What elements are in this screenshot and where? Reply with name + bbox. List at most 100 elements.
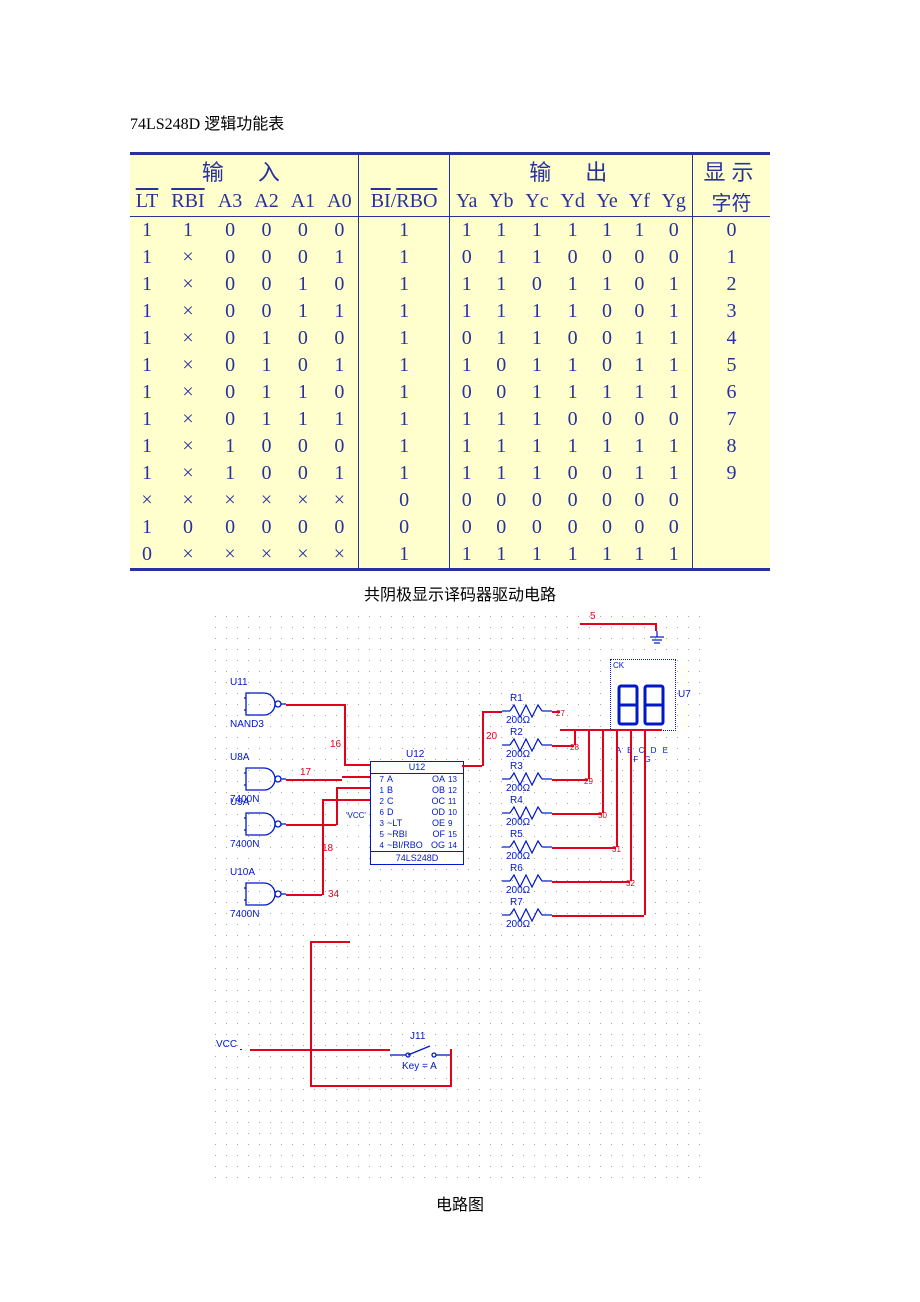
cell: 0 (623, 298, 655, 325)
cell: × (164, 325, 212, 352)
bottom-caption: 电路图 (130, 1191, 790, 1215)
cell: × (212, 541, 248, 568)
cell: 1 (554, 217, 590, 245)
cell: 1 (591, 541, 623, 568)
cell: 0 (554, 325, 590, 352)
cell: 0 (212, 271, 248, 298)
wire (602, 729, 604, 813)
cell: 0 (285, 244, 321, 271)
cell: 1 (212, 460, 248, 487)
cell: 1 (130, 406, 164, 433)
col-header: 字符 (692, 187, 770, 217)
cell: 4 (692, 325, 770, 352)
cell (692, 541, 770, 568)
cell: × (164, 460, 212, 487)
gate-type: 7400N (230, 839, 259, 850)
cell: 0 (554, 460, 590, 487)
wire (462, 765, 482, 767)
wire (286, 824, 336, 826)
cell: 1 (591, 217, 623, 245)
cell: 0 (212, 514, 248, 541)
table-row: 1×0100101100114 (130, 325, 770, 352)
cell: 0 (655, 244, 692, 271)
doc-title: 74LS248D 逻辑功能表 (130, 110, 790, 134)
cell: 1 (130, 352, 164, 379)
cell: 3 (692, 298, 770, 325)
cell: 0 (285, 325, 321, 352)
cell: × (321, 541, 358, 568)
cell: 0 (623, 244, 655, 271)
cell: 0 (591, 298, 623, 325)
wire (630, 729, 632, 881)
cell: 0 (450, 487, 483, 514)
cell: 1 (554, 298, 590, 325)
cell: 1 (483, 244, 519, 271)
table-row: 1×1001111100119 (130, 460, 770, 487)
group-bi-spacer (358, 155, 450, 187)
cell: 0 (321, 514, 358, 541)
cell: 1 (358, 298, 450, 325)
cell: 0 (321, 217, 358, 245)
col-header: Yb (483, 187, 519, 217)
cell: 1 (692, 244, 770, 271)
cell: 0 (483, 352, 519, 379)
cell: 0 (358, 514, 450, 541)
cell: 1 (519, 352, 554, 379)
cell: 6 (692, 379, 770, 406)
seven-seg-display: CK A B C D E F G (610, 659, 676, 731)
col-header: A0 (321, 187, 358, 217)
cell: 1 (130, 325, 164, 352)
cell: 1 (358, 271, 450, 298)
cell: 0 (248, 514, 284, 541)
cell: × (164, 406, 212, 433)
wire (310, 1085, 452, 1087)
cell: 1 (321, 244, 358, 271)
cell: 1 (450, 298, 483, 325)
cell: 1 (450, 271, 483, 298)
cell: 1 (130, 217, 164, 245)
wire (310, 941, 312, 1049)
cell: 1 (655, 541, 692, 568)
cell: 1 (483, 541, 519, 568)
cell: 1 (130, 433, 164, 460)
cell: 1 (321, 460, 358, 487)
cell: 1 (483, 298, 519, 325)
cell: 7 (692, 406, 770, 433)
cell: 1 (248, 325, 284, 352)
cell: × (164, 298, 212, 325)
cell: 1 (483, 406, 519, 433)
wire (580, 623, 656, 625)
cell: 0 (623, 487, 655, 514)
cell: 0 (285, 352, 321, 379)
wire (644, 729, 646, 915)
cell: 1 (623, 379, 655, 406)
cell: 0 (212, 325, 248, 352)
cell: 8 (692, 433, 770, 460)
cell: 0 (591, 352, 623, 379)
cell: 1 (358, 433, 450, 460)
netnum: 18 (322, 843, 333, 854)
gate-type: 7400N (230, 909, 259, 920)
vcc-label: VCC (216, 1039, 237, 1050)
cell: 0 (212, 298, 248, 325)
group-header-row: 输 入 输 出 显示 (130, 155, 770, 187)
cell: 1 (519, 406, 554, 433)
col-header: Yf (623, 187, 655, 217)
cell: 0 (591, 460, 623, 487)
cell: 1 (358, 541, 450, 568)
display-ref: U7 (678, 689, 691, 700)
wire (644, 729, 662, 731)
cell: 0 (450, 379, 483, 406)
cell: 1 (285, 379, 321, 406)
wire (552, 847, 616, 849)
cell: 0 (285, 217, 321, 245)
cell: 1 (248, 406, 284, 433)
cell: 1 (554, 433, 590, 460)
gate-ref: U9A (230, 797, 249, 808)
cell: 1 (554, 352, 590, 379)
wire (344, 764, 370, 766)
netnum: 17 (300, 767, 311, 778)
cell: 1 (519, 541, 554, 568)
cell: 1 (554, 271, 590, 298)
switch-ref: J11 (410, 1031, 425, 1042)
